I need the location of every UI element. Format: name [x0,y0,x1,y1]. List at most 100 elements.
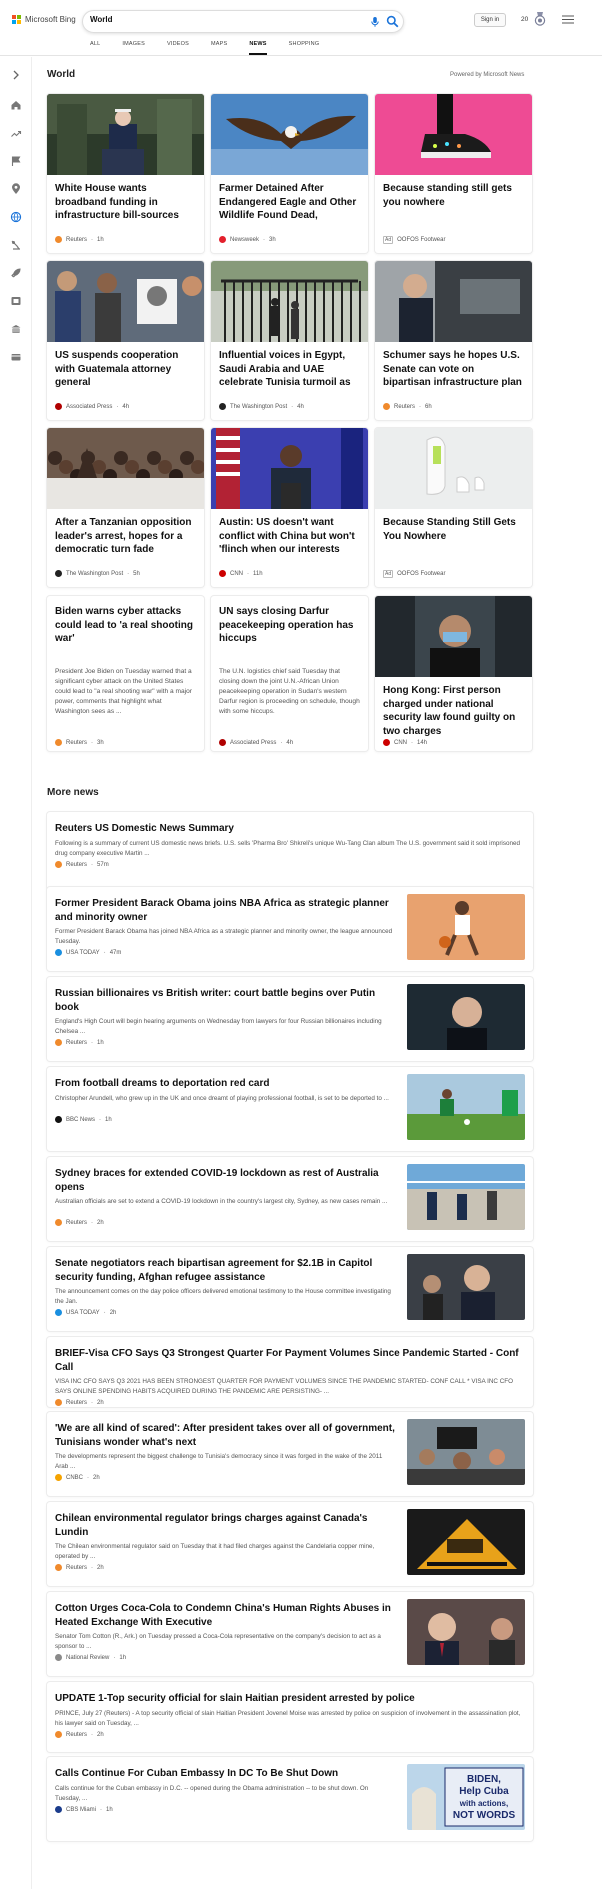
white-shoes-image[interactable] [375,428,532,509]
news-card[interactable]: Austin: US doesn't want conflict with Ch… [211,428,368,587]
source-name[interactable]: Reuters [66,1400,87,1406]
news-headline[interactable]: Russian billionaires vs British writer: … [55,987,395,1014]
protest-crowd-image[interactable] [47,261,204,342]
news-list-item[interactable]: Chilean environmental regulator brings c… [47,1502,533,1586]
source-name[interactable]: Reuters [66,740,87,746]
tunisia-protest-image[interactable] [407,1419,525,1485]
tab-all[interactable]: ALL [90,41,100,55]
expand-icon[interactable] [10,69,22,81]
source-name[interactable]: OOFOS Footwear [397,237,445,243]
beach-police-image[interactable] [407,1164,525,1230]
source-name[interactable]: USA TODAY [66,950,100,956]
masked-man-image[interactable] [375,596,532,677]
news-headline[interactable]: Chilean environmental regulator brings c… [55,1512,395,1539]
source-name[interactable]: Reuters [66,1220,87,1226]
source-name[interactable]: Reuters [66,1732,87,1738]
news-list-item[interactable]: UPDATE 1-Top security official for slain… [47,1682,533,1752]
news-card[interactable]: US suspends cooperation with Guatemala a… [47,261,204,420]
rewards-medal-icon[interactable] [534,12,546,26]
source-name[interactable]: The Washington Post [230,404,287,410]
rally-crowd-image[interactable] [47,428,204,509]
senator-car-image[interactable] [375,261,532,342]
podium-speaker-image[interactable] [47,94,204,175]
card-headline[interactable]: After a Tanzanian opposition leader's ar… [47,516,204,556]
rocket-icon[interactable] [10,267,22,279]
tab-maps[interactable]: MAPS [211,41,227,55]
source-name[interactable]: CNN [394,740,407,746]
source-name[interactable]: BBC News [66,1117,95,1123]
news-card[interactable]: Because standing still gets you nowhere A… [375,94,532,253]
source-name[interactable]: The Washington Post [66,571,123,577]
news-headline[interactable]: Senate negotiators reach bipartisan agre… [55,1257,395,1284]
news-list-item[interactable]: Reuters US Domestic News Summary Followin… [47,812,533,892]
microphone-icon[interactable] [369,16,381,28]
news-list-item[interactable]: BRIEF-Visa CFO Says Q3 Strongest Quarter… [47,1337,533,1407]
news-headline[interactable]: Former President Barack Obama joins NBA … [55,897,395,924]
mine-truck-image[interactable] [407,1509,525,1575]
basketball-image[interactable] [407,894,525,960]
tab-videos[interactable]: VIDEOS [167,41,189,55]
news-list-item[interactable]: Cotton Urges Coca-Cola to Condemn China'… [47,1592,533,1676]
search-input[interactable] [90,15,340,24]
card-headline[interactable]: UN says closing Darfur peacekeeping oper… [211,605,368,659]
card-headline[interactable]: White House wants broadband funding in i… [47,182,204,222]
flag-icon[interactable] [10,155,22,167]
source-name[interactable]: USA TODAY [66,1310,100,1316]
tab-news[interactable]: NEWS [249,41,267,55]
cuba-sign-image[interactable]: BIDEN,Help Cuba with actions, NOT WORDS [407,1764,525,1830]
tab-shopping[interactable]: SHOPPING [289,41,320,55]
card-icon[interactable] [10,351,22,363]
card-headline[interactable]: Schumer says he hopes U.S. Senate can vo… [375,349,532,389]
news-card[interactable]: After a Tanzanian opposition leader's ar… [47,428,204,587]
source-name[interactable]: Reuters [66,237,87,243]
science-icon[interactable] [10,239,22,251]
card-headline[interactable]: Farmer Detained After Endangered Eagle a… [211,182,368,222]
news-card[interactable]: Hong Kong: First person charged under na… [375,596,532,751]
news-card[interactable]: Schumer says he hopes U.S. Senate can vo… [375,261,532,420]
news-card[interactable]: Farmer Detained After Endangered Eagle a… [211,94,368,253]
news-headline[interactable]: Sydney braces for extended COVID-19 lock… [55,1167,395,1194]
billionaire-portrait-image[interactable] [407,984,525,1050]
eagle-image[interactable] [211,94,368,175]
news-headline[interactable]: Reuters US Domestic News Summary [55,822,525,836]
news-list-item[interactable]: Calls Continue For Cuban Embassy In DC T… [47,1757,533,1841]
source-name[interactable]: National Review [66,1655,109,1661]
card-headline[interactable]: Because standing still gets you nowhere [375,182,532,222]
source-name[interactable]: CNBC [66,1475,83,1481]
news-card[interactable]: White House wants broadband funding in i… [47,94,204,253]
source-name[interactable]: Newsweek [230,237,259,243]
card-headline[interactable]: Biden warns cyber attacks could lead to … [47,605,204,659]
news-headline[interactable]: From football dreams to deportation red … [55,1077,395,1091]
card-headline[interactable]: Influential voices in Egypt, Saudi Arabi… [211,349,368,389]
news-card[interactable]: UN says closing Darfur peacekeeping oper… [211,596,368,751]
news-list-item[interactable]: From football dreams to deportation red … [47,1067,533,1151]
news-card[interactable]: Because Standing Still Gets You Nowhere A… [375,428,532,587]
news-headline[interactable]: BRIEF-Visa CFO Says Q3 Strongest Quarter… [55,1347,525,1374]
source-name[interactable]: Associated Press [230,740,276,746]
bing-logo[interactable]: Microsoft Bing [12,15,76,24]
globe-icon[interactable] [10,211,22,223]
card-headline[interactable]: Austin: US doesn't want conflict with Ch… [211,516,368,556]
card-headline[interactable]: US suspends cooperation with Guatemala a… [47,349,204,389]
film-icon[interactable] [10,295,22,307]
sign-in-button[interactable]: Sign in [474,13,506,27]
source-name[interactable]: Reuters [66,862,87,868]
news-headline[interactable]: UPDATE 1-Top security official for slain… [55,1692,525,1706]
news-card[interactable]: Influential voices in Egypt, Saudi Arabi… [211,261,368,420]
rewards-points[interactable]: 20 [521,16,528,23]
card-headline[interactable]: Because Standing Still Gets You Nowhere [375,516,532,556]
source-name[interactable]: Reuters [66,1040,87,1046]
senator-hearing-image[interactable] [407,1599,525,1665]
trending-icon[interactable] [10,127,22,139]
source-name[interactable]: Associated Press [66,404,112,410]
source-name[interactable]: OOFOS Footwear [397,571,445,577]
building-icon[interactable] [10,323,22,335]
source-name[interactable]: CBS Miami [66,1807,96,1813]
location-icon[interactable] [10,183,22,195]
news-headline[interactable]: Calls Continue For Cuban Embassy In DC T… [55,1767,395,1781]
source-name[interactable]: Reuters [66,1565,87,1571]
hamburger-menu-icon[interactable] [562,15,574,24]
news-card[interactable]: Biden warns cyber attacks could lead to … [47,596,204,751]
news-headline[interactable]: Cotton Urges Coca-Cola to Condemn China'… [55,1602,395,1629]
news-list-item[interactable]: Sydney braces for extended COVID-19 lock… [47,1157,533,1241]
